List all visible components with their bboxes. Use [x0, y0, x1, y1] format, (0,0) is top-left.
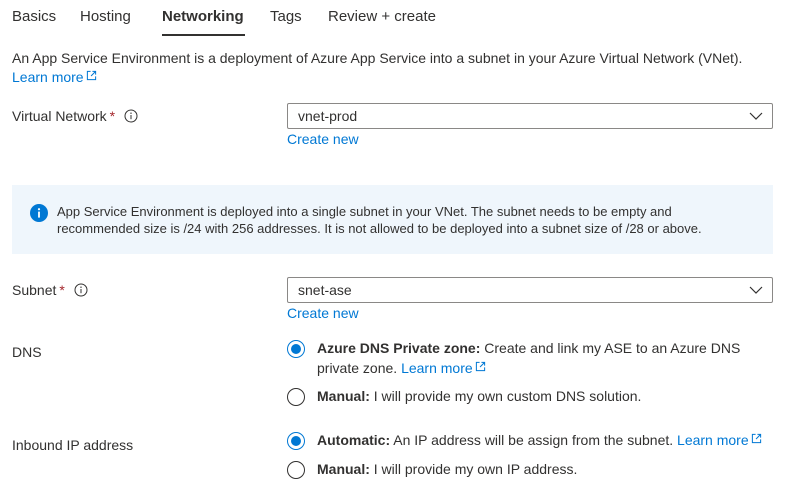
virtual-network-dropdown[interactable]: vnet-prod — [287, 103, 773, 129]
required-marker: * — [109, 108, 116, 124]
virtual-network-value: vnet-prod — [298, 108, 358, 124]
tab-hosting[interactable]: Hosting — [80, 8, 131, 25]
subnet-create-new-link[interactable]: Create new — [287, 305, 359, 321]
dns-manual-title: Manual: — [317, 388, 370, 404]
external-link-icon — [475, 361, 485, 371]
inbound-ip-manual-title: Manual: — [317, 461, 370, 477]
subnet-label: Subnet * — [12, 282, 88, 298]
external-link-icon — [86, 70, 96, 81]
virtual-network-label-text: Virtual Network — [12, 108, 107, 124]
intro-text: An App Service Environment is a deployme… — [12, 50, 743, 66]
inbound-ip-option-manual: Manual: I will provide my own IP address… — [287, 460, 767, 480]
inbound-ip-option-automatic: Automatic: An IP address will be assign … — [287, 431, 777, 451]
inbound-ip-learn-more-label: Learn more — [677, 432, 749, 448]
intro-description: An App Service Environment is a deployme… — [12, 49, 752, 87]
dns-private-zone-title: Azure DNS Private zone: — [317, 340, 481, 356]
active-tab-indicator — [162, 34, 245, 36]
dns-label: DNS — [12, 344, 42, 360]
inbound-ip-automatic-title: Automatic: — [317, 432, 391, 448]
intro-learn-more-link[interactable]: Learn more — [12, 69, 97, 85]
info-filled-icon — [30, 204, 48, 222]
inbound-ip-label: Inbound IP address — [12, 437, 134, 453]
info-tooltip-icon[interactable] — [74, 283, 88, 297]
tab-networking[interactable]: Networking — [162, 8, 244, 25]
info-banner-text: App Service Environment is deployed into… — [57, 204, 702, 236]
dns-option-manual: Manual: I will provide my own custom DNS… — [287, 387, 767, 407]
dns-learn-more-label: Learn more — [401, 359, 473, 376]
external-link-icon — [751, 433, 761, 444]
chevron-down-icon — [749, 112, 763, 120]
subnet-info-banner: App Service Environment is deployed into… — [12, 185, 773, 254]
inbound-ip-manual-text: I will provide my own IP address. — [373, 461, 578, 477]
inbound-ip-learn-more-link[interactable]: Learn more — [677, 432, 762, 448]
dns-private-zone-radio[interactable] — [287, 340, 305, 358]
inbound-ip-automatic-text: An IP address will be assign from the su… — [393, 432, 674, 448]
chevron-down-icon — [749, 286, 763, 294]
virtual-network-create-new-link[interactable]: Create new — [287, 131, 359, 147]
subnet-label-text: Subnet — [12, 282, 57, 298]
inbound-ip-manual-radio[interactable] — [287, 461, 305, 479]
subnet-dropdown[interactable]: snet-ase — [287, 277, 773, 303]
inbound-ip-automatic-radio[interactable] — [287, 432, 305, 450]
tab-review-create[interactable]: Review + create — [328, 8, 436, 25]
virtual-network-label: Virtual Network * — [12, 108, 138, 124]
info-tooltip-icon[interactable] — [124, 109, 138, 123]
dns-learn-more-link[interactable]: Learn more — [401, 360, 486, 376]
intro-learn-more-label: Learn more — [12, 69, 84, 85]
dns-manual-radio[interactable] — [287, 388, 305, 406]
tab-basics[interactable]: Basics — [12, 8, 56, 25]
required-marker: * — [59, 282, 65, 298]
tab-tags[interactable]: Tags — [270, 8, 302, 25]
dns-option-private-zone: Azure DNS Private zone: Create and link … — [287, 339, 767, 378]
subnet-value: snet-ase — [298, 282, 352, 298]
dns-manual-text: I will provide my own custom DNS solutio… — [373, 388, 642, 404]
